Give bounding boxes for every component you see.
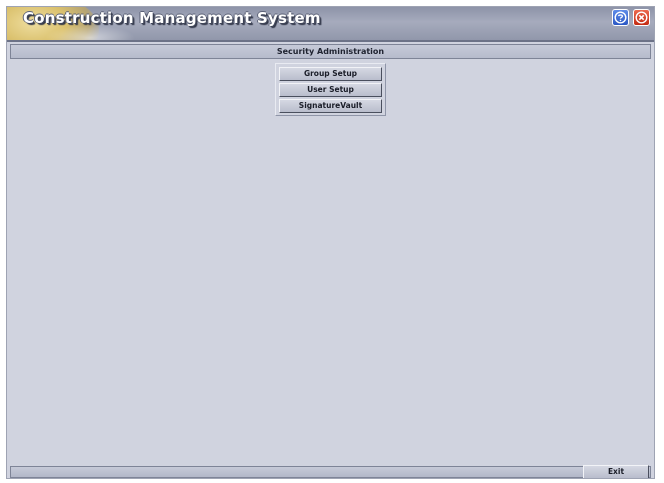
app-title: Construction Management System (23, 9, 321, 27)
title-bar: Construction Management System (7, 7, 654, 42)
app-logo-highlight (45, 25, 135, 40)
close-button[interactable] (633, 9, 650, 26)
security-menu-panel: Group Setup User Setup SignatureVault (275, 63, 386, 116)
app-window: Construction Management System Security … (6, 6, 655, 479)
help-button[interactable] (612, 9, 629, 26)
footer-bar (10, 466, 651, 478)
section-title: Security Administration (10, 44, 651, 59)
group-setup-button[interactable]: Group Setup (279, 67, 382, 81)
signature-vault-button[interactable]: SignatureVault (279, 99, 382, 113)
help-icon (614, 11, 627, 24)
close-icon (635, 11, 648, 24)
exit-button[interactable]: Exit (583, 465, 649, 478)
user-setup-button[interactable]: User Setup (279, 83, 382, 97)
